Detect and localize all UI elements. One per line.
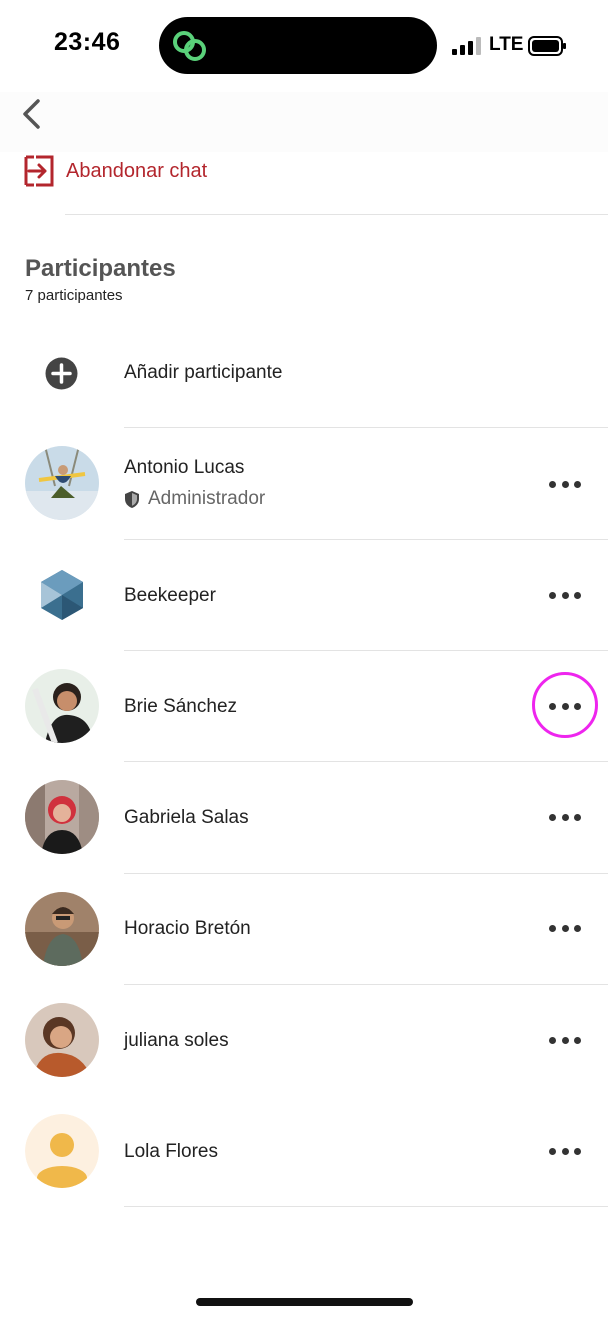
participant-role: Administrador bbox=[124, 488, 265, 510]
more-options-icon[interactable] bbox=[545, 918, 585, 938]
participant-name: Lola Flores bbox=[124, 1141, 218, 1162]
link-icon bbox=[173, 31, 206, 61]
more-options-icon[interactable] bbox=[545, 474, 585, 494]
nav-bar bbox=[0, 92, 608, 152]
exit-icon bbox=[24, 155, 54, 187]
beekeeper-logo-icon bbox=[41, 570, 83, 620]
battery-icon bbox=[528, 36, 566, 56]
signal-icon bbox=[452, 37, 482, 55]
participant-name: Brie Sánchez bbox=[124, 696, 238, 717]
participants-title: Participantes bbox=[25, 255, 176, 282]
divider bbox=[124, 1206, 608, 1207]
participant-name: Beekeeper bbox=[124, 585, 216, 606]
add-participant-label: Añadir participante bbox=[124, 362, 283, 383]
leave-chat-label: Abandonar chat bbox=[66, 160, 208, 182]
status-time: 23:46 bbox=[54, 28, 121, 56]
avatar bbox=[25, 1003, 99, 1077]
role-label: Administrador bbox=[148, 488, 266, 509]
more-options-icon[interactable] bbox=[545, 807, 585, 827]
divider bbox=[65, 214, 608, 215]
plus-circle-icon bbox=[45, 357, 78, 390]
status-bar: 23:46 LTE bbox=[0, 0, 608, 92]
add-participant-button[interactable] bbox=[0, 335, 608, 411]
avatar bbox=[25, 780, 99, 854]
highlight-ring bbox=[532, 672, 598, 738]
back-arrow-icon[interactable] bbox=[18, 96, 48, 132]
participant-name: Antonio Lucas bbox=[124, 457, 245, 478]
more-options-icon[interactable] bbox=[545, 1141, 585, 1161]
default-person-icon bbox=[25, 1114, 99, 1188]
participant-name: Gabriela Salas bbox=[124, 807, 249, 828]
avatar bbox=[25, 669, 99, 743]
avatar bbox=[25, 892, 99, 966]
avatar bbox=[25, 446, 99, 520]
home-indicator[interactable] bbox=[196, 1298, 413, 1306]
participants-count: 7 participantes bbox=[25, 287, 123, 304]
more-options-icon[interactable] bbox=[545, 585, 585, 605]
participant-name: juliana soles bbox=[124, 1030, 229, 1051]
shield-icon bbox=[125, 490, 139, 508]
network-label: LTE bbox=[489, 34, 524, 55]
participant-name: Horacio Bretón bbox=[124, 918, 251, 939]
more-options-icon[interactable] bbox=[545, 1030, 585, 1050]
